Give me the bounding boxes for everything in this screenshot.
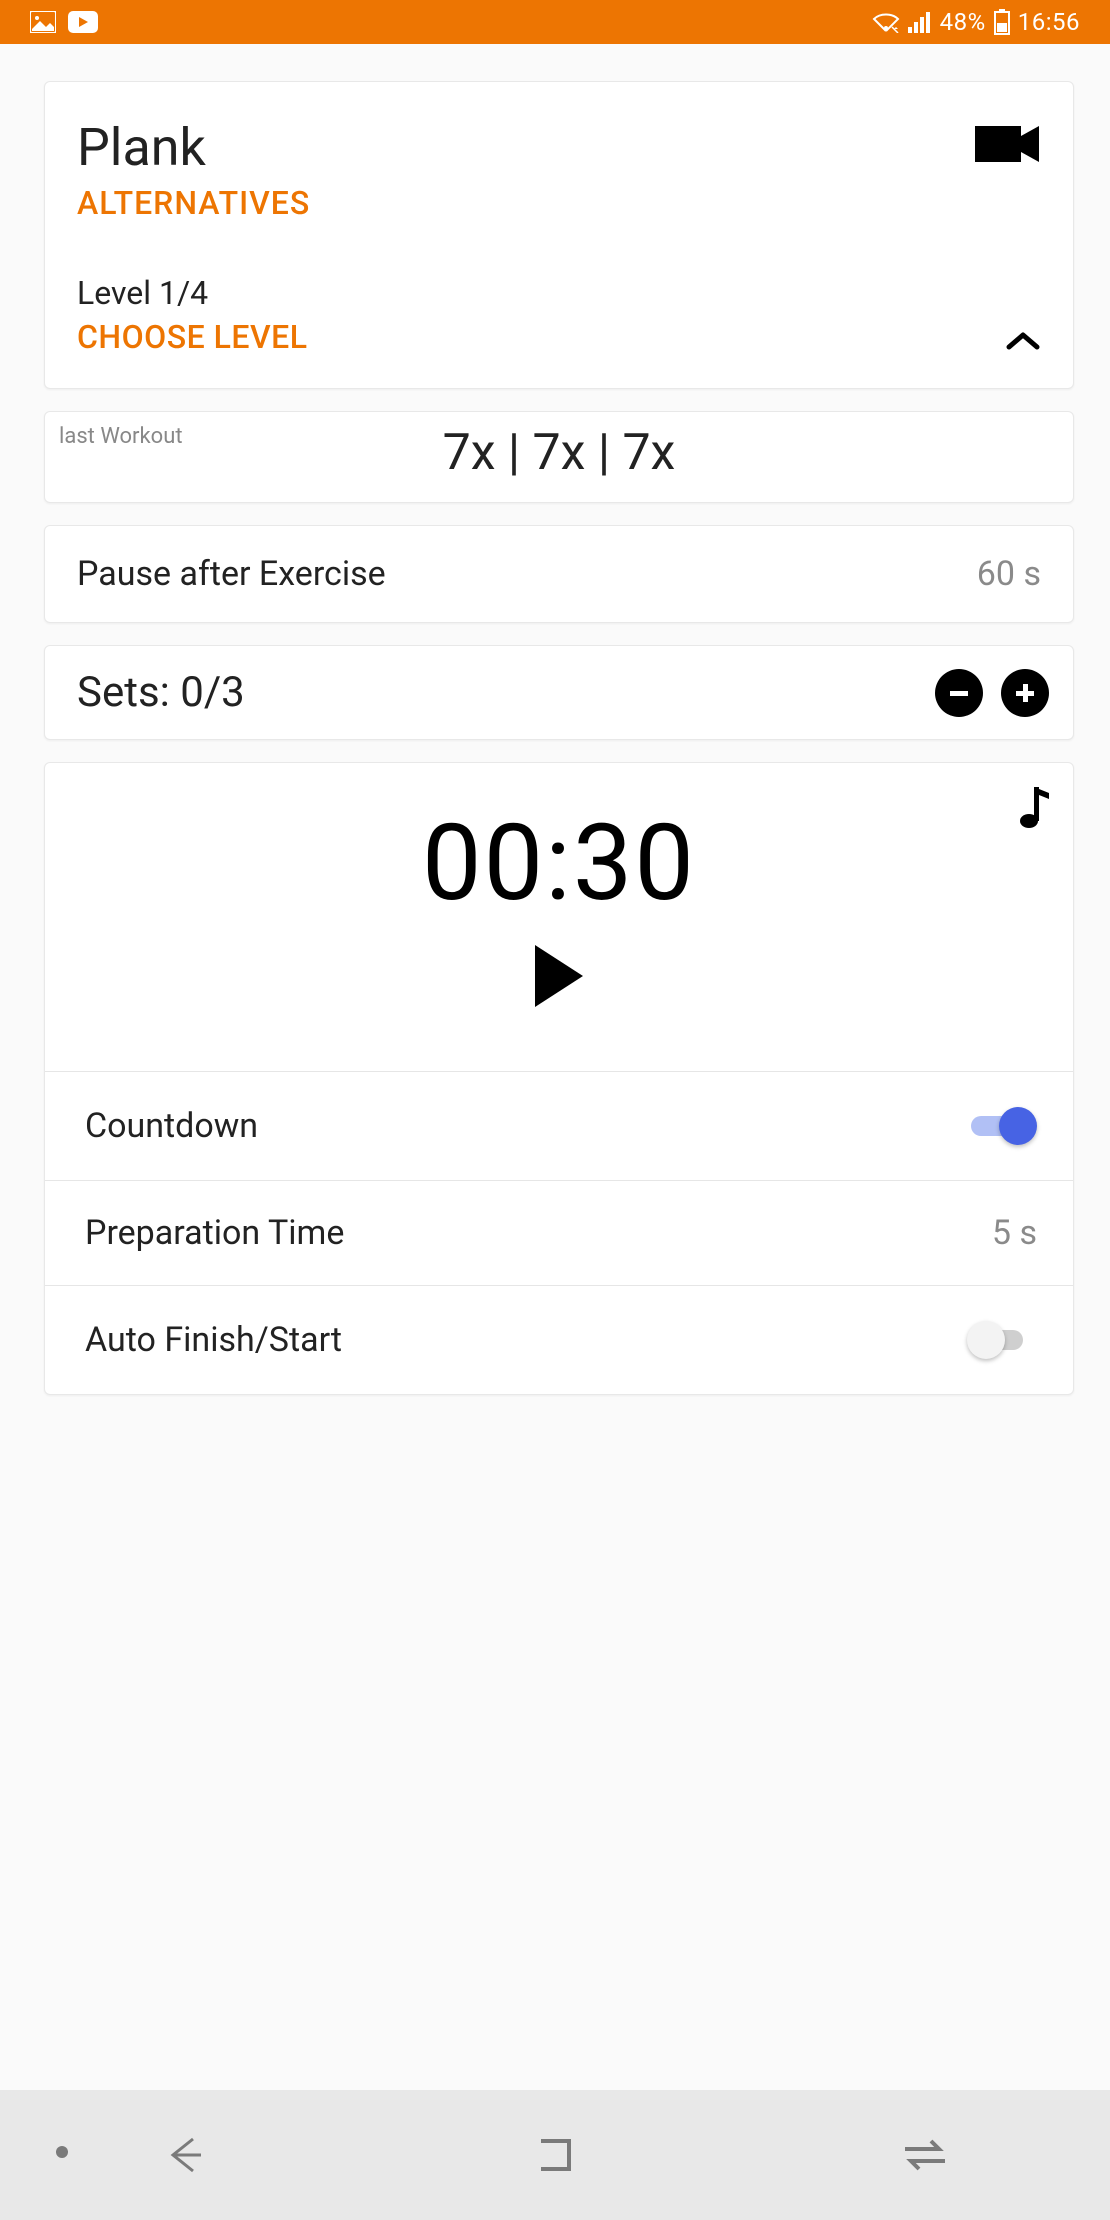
timer-display: 00:30 bbox=[75, 801, 1043, 925]
video-icon[interactable] bbox=[975, 122, 1041, 170]
nav-home-button[interactable] bbox=[370, 2133, 740, 2177]
level-text: Level 1/4 bbox=[77, 274, 307, 312]
prep-time-value: 5 s bbox=[992, 1213, 1037, 1253]
sets-minus-button[interactable] bbox=[935, 669, 983, 717]
image-icon bbox=[30, 11, 56, 33]
chevron-up-icon[interactable] bbox=[1005, 330, 1041, 356]
auto-finish-row[interactable]: Auto Finish/Start bbox=[45, 1285, 1073, 1394]
alternatives-button[interactable]: ALTERNATIVES bbox=[77, 184, 310, 222]
pause-label: Pause after Exercise bbox=[77, 554, 386, 594]
nav-indicator bbox=[56, 2146, 68, 2158]
nav-recents-button[interactable] bbox=[740, 2137, 1110, 2173]
battery-icon bbox=[994, 9, 1010, 35]
prep-time-row[interactable]: Preparation Time 5 s bbox=[45, 1180, 1073, 1285]
wifi-icon bbox=[872, 11, 900, 33]
countdown-row[interactable]: Countdown bbox=[45, 1071, 1073, 1180]
timer-card: 00:30 Countdown Preparation Time 5 s Aut… bbox=[44, 762, 1074, 1395]
countdown-label: Countdown bbox=[85, 1106, 258, 1146]
exercise-card: Plank ALTERNATIVES Level 1/4 CHOOSE LEVE… bbox=[44, 81, 1074, 389]
last-workout-values: 7x | 7x | 7x bbox=[443, 424, 676, 482]
nav-back-button[interactable] bbox=[0, 2131, 370, 2179]
countdown-toggle[interactable] bbox=[967, 1104, 1037, 1148]
sets-card: Sets: 0/3 bbox=[44, 645, 1074, 740]
signal-icon bbox=[908, 11, 932, 33]
battery-percent: 48% bbox=[940, 8, 986, 36]
prep-time-label: Preparation Time bbox=[85, 1213, 344, 1253]
exercise-title: Plank bbox=[77, 122, 310, 174]
auto-finish-label: Auto Finish/Start bbox=[85, 1320, 342, 1360]
play-button[interactable] bbox=[529, 941, 589, 1015]
main-content: Plank ALTERNATIVES Level 1/4 CHOOSE LEVE… bbox=[0, 44, 1110, 1395]
last-workout-card: last Workout 7x | 7x | 7x bbox=[44, 411, 1074, 503]
pause-value: 60 s bbox=[977, 554, 1041, 594]
status-bar: 48% 16:56 bbox=[0, 0, 1110, 44]
navigation-bar bbox=[0, 2090, 1110, 2220]
choose-level-button[interactable]: CHOOSE LEVEL bbox=[77, 318, 307, 356]
youtube-icon bbox=[68, 11, 98, 33]
auto-finish-toggle[interactable] bbox=[967, 1318, 1037, 1362]
sets-plus-button[interactable] bbox=[1001, 669, 1049, 717]
clock-time: 16:56 bbox=[1018, 8, 1080, 36]
pause-card[interactable]: Pause after Exercise 60 s bbox=[44, 525, 1074, 623]
music-icon[interactable] bbox=[1019, 785, 1049, 833]
sets-label: Sets: 0/3 bbox=[77, 668, 245, 717]
last-workout-label: last Workout bbox=[59, 424, 183, 449]
